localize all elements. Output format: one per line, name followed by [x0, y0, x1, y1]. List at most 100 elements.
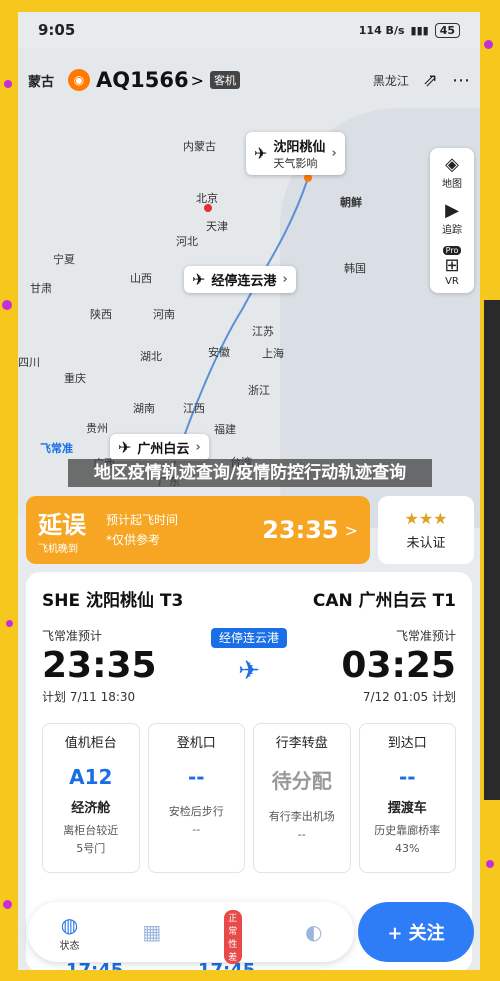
signal-icon: ▮▮▮ [410, 23, 429, 37]
flight-map[interactable]: 内蒙古 北京 天津 河北 宁夏 甘肃 山西 陕西 河南 四川 重庆 湖北 安徽 … [18, 48, 480, 528]
plane-icon: ✈ [192, 270, 206, 289]
overlay-headline: 地区疫情轨迹查询/疫情防控行动轨迹查询 [68, 459, 432, 487]
dest-plan: 7/12 01:05 计划 [362, 690, 456, 704]
chevron-right-icon: > [190, 70, 204, 90]
map-label: 韩国 [344, 262, 366, 275]
status-time: 9:05 [38, 21, 76, 39]
chevron-right-icon: › [195, 440, 201, 455]
stopover-pill[interactable]: 经停连云港 [210, 628, 287, 648]
confetti-dot [3, 900, 12, 909]
airline-logo-icon: ◉ [68, 69, 90, 91]
map-label: 安徽 [208, 346, 230, 359]
destination-airport: CAN 广州白云 T1 [312, 591, 456, 611]
map-label: 重庆 [64, 372, 86, 385]
confetti-dot [4, 80, 12, 88]
stopover-callout-name: 经停连云港 [211, 274, 277, 289]
tool-label: VR [445, 276, 459, 287]
origin-callout-name: 沈阳桃仙 [273, 140, 326, 155]
map-label: 朝鲜 [340, 196, 362, 209]
delay-banner[interactable]: 延误 飞机晚到 预计起飞时间 *仅供参考 23:35 > [26, 496, 370, 564]
map-label: 内蒙古 [183, 140, 216, 153]
pro-badge: Pro [442, 246, 462, 255]
destination-callout[interactable]: ✈ 广州白云 › [110, 434, 209, 461]
box-sub: 安检后步行 [168, 805, 224, 818]
phone-screen: 内蒙古 北京 天津 河北 宁夏 甘肃 山西 陕西 河南 四川 重庆 湖北 安徽 … [18, 12, 480, 970]
dest-est-label: 飞常准预计 [395, 629, 456, 643]
layers-icon: ◈ [445, 154, 459, 175]
map-label: 福建 [214, 423, 236, 436]
map-label: 浙江 [248, 384, 270, 397]
chevron-right-icon: › [331, 146, 337, 161]
chart-icon: ◐ [305, 920, 323, 944]
reference-note: *仅供参考 [106, 533, 161, 547]
net-speed: 114 B/s [358, 23, 405, 37]
box-sub: 43% [395, 842, 420, 855]
flight-header: 蒙古 ◉ AQ1566 > 客机 黑龙江 ⇗ ⋯ [18, 60, 480, 100]
share-icon[interactable]: ⇗ [423, 70, 438, 91]
gate-box[interactable]: 登机口 -- 安检后步行 -- [147, 723, 245, 873]
est-departure-label: 预计起飞时间 [106, 513, 179, 527]
landing-icon: ✈ [118, 438, 132, 457]
box-title: 到达口 [387, 736, 427, 751]
checkin-counter-box[interactable]: 值机柜台 A12 经济舱 离柜台较近 5号门 [42, 723, 140, 873]
certification-label: 未认证 [406, 536, 446, 551]
confetti-dot [484, 40, 493, 49]
takeoff-icon: ✈ [254, 144, 268, 163]
confetti-dot [6, 620, 13, 627]
nav-tower[interactable]: 正常性差 ♜ [224, 910, 243, 964]
origin-callout[interactable]: ✈ 沈阳桃仙 天气影响 › [246, 132, 345, 175]
map-label: 江苏 [252, 325, 274, 338]
dest-time: 03:25 [341, 645, 456, 686]
chevron-right-icon: › [282, 272, 288, 287]
chevron-right-icon: > [344, 520, 358, 540]
nav-schedule[interactable]: ▦ [142, 920, 161, 944]
map-layer-tool[interactable]: ◈ 地图 [442, 154, 462, 190]
origin-time: 23:35 [42, 645, 157, 686]
baggage-carousel-box[interactable]: 行李转盘 待分配 有行李出机场 -- [253, 723, 351, 873]
confetti-dot [486, 860, 494, 868]
map-label: 贵州 [86, 422, 108, 435]
video-icon: ▶ [445, 200, 459, 221]
box-sub: 离柜台较近 [63, 824, 119, 837]
punctuality-badge: 正常性差 [224, 910, 243, 964]
vr-tool[interactable]: Pro ⊞ VR [442, 246, 462, 287]
box-main: 经济舱 [71, 801, 111, 816]
box-title: 值机柜台 [64, 736, 117, 751]
map-label: 上海 [262, 347, 284, 360]
nav-label: 状态 [59, 940, 80, 952]
map-label: 江西 [183, 402, 205, 415]
origin-plan: 计划 7/11 18:30 [42, 690, 136, 704]
origin-airport: SHE 沈阳桃仙 T3 [42, 591, 184, 611]
delay-reason: 飞机晚到 [38, 544, 78, 555]
star-rating-icon: ★★★ [404, 509, 448, 528]
map-label: 陕西 [90, 308, 112, 321]
nav-status[interactable]: ◍ 状态 [59, 913, 79, 952]
certification-card[interactable]: ★★★ 未认证 [378, 496, 474, 564]
aircraft-type-tag: 客机 [209, 71, 240, 89]
box-sub: -- [192, 823, 201, 836]
map-label: 甘肃 [30, 282, 52, 295]
battery-level: 45 [434, 22, 460, 38]
more-icon[interactable]: ⋯ [452, 70, 470, 91]
delay-status: 延误 [38, 511, 86, 539]
origin-est-label: 飞常准预计 [42, 629, 103, 643]
airline-label: 飞常准 [40, 442, 73, 455]
plane-icon: ✈ [238, 656, 260, 686]
follow-button[interactable]: + 关注 [358, 902, 474, 962]
track-tool[interactable]: ▶ 追踪 [442, 200, 462, 236]
status-bar: 9:05 114 B/s ▮▮▮ 45 [18, 12, 480, 48]
arrival-gate-box[interactable]: 到达口 -- 摆渡车 历史靠廊桥率 43% [358, 723, 456, 873]
map-label: 宁夏 [53, 253, 75, 266]
background-photo-strip [484, 300, 500, 800]
map-label: 四川 [18, 356, 40, 369]
nav-trend[interactable]: ◐ [305, 920, 322, 944]
origin-callout-sub: 天气影响 [273, 157, 318, 170]
tool-label: 追踪 [442, 225, 462, 236]
box-title: 登机口 [176, 736, 216, 751]
tool-label: 地图 [442, 179, 462, 190]
box-title: 行李转盘 [275, 736, 328, 751]
box-sub: 有行李出机场 [268, 810, 335, 823]
stopover-callout[interactable]: ✈ 经停连云港 › [184, 266, 296, 293]
map-label: 山西 [130, 272, 152, 285]
flight-number[interactable]: AQ1566 [96, 68, 189, 92]
